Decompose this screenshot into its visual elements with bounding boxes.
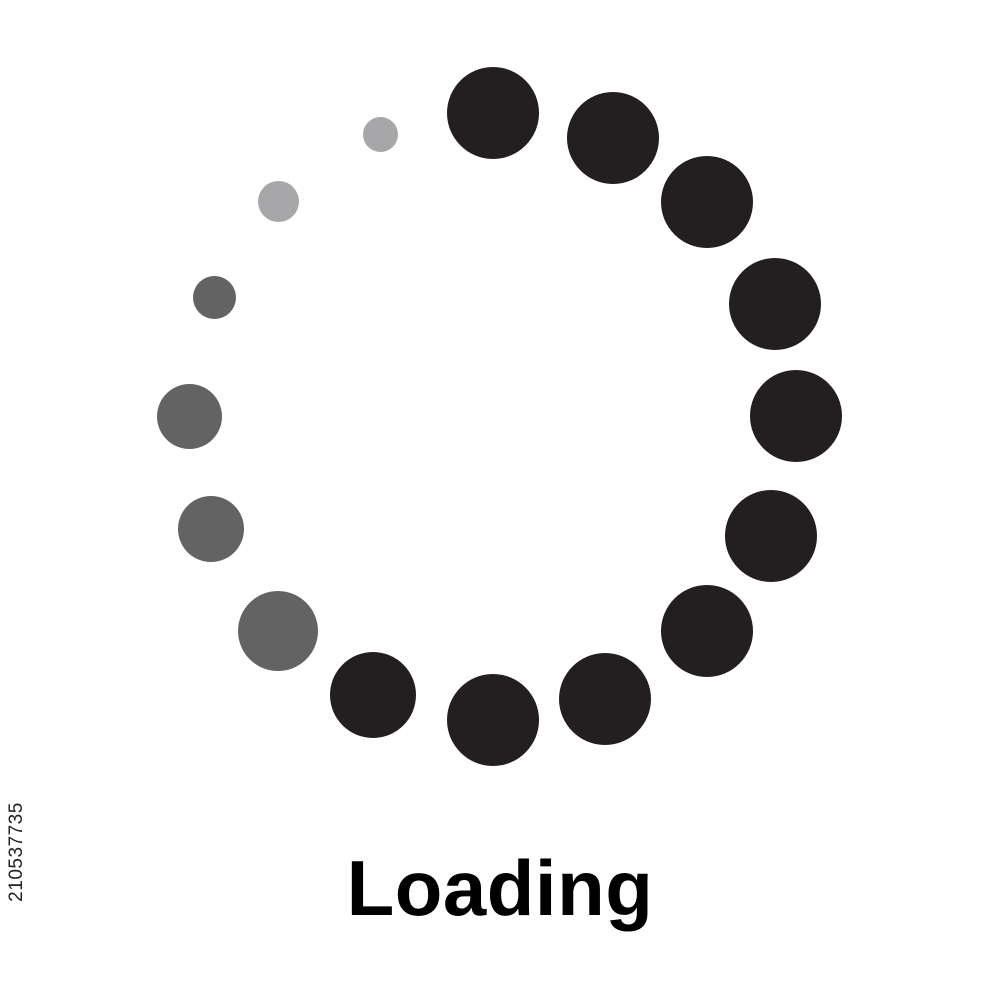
spinner-dot-9 xyxy=(447,674,539,766)
spinner-dot-1 xyxy=(447,67,539,159)
spinner-dot-4 xyxy=(729,258,821,350)
spinner-dot-10 xyxy=(330,652,416,738)
spinner-dot-11 xyxy=(238,591,318,671)
loading-caption: Loading xyxy=(346,844,654,932)
spinner-dot-15 xyxy=(258,181,299,222)
spinner-dot-6 xyxy=(725,490,817,582)
spinner-dot-8 xyxy=(559,653,651,745)
spinner-dot-3 xyxy=(661,156,753,248)
spinner-dot-2 xyxy=(567,92,659,184)
spinner-dot-14 xyxy=(193,276,236,319)
spinner-dot-16 xyxy=(363,117,398,152)
spinner-dot-5 xyxy=(750,370,842,462)
spinner-dot-7 xyxy=(661,585,753,677)
spinner-dot-13 xyxy=(157,384,222,449)
spinner-dot-12 xyxy=(178,496,244,562)
stock-image-id: 210537735 xyxy=(6,802,27,902)
